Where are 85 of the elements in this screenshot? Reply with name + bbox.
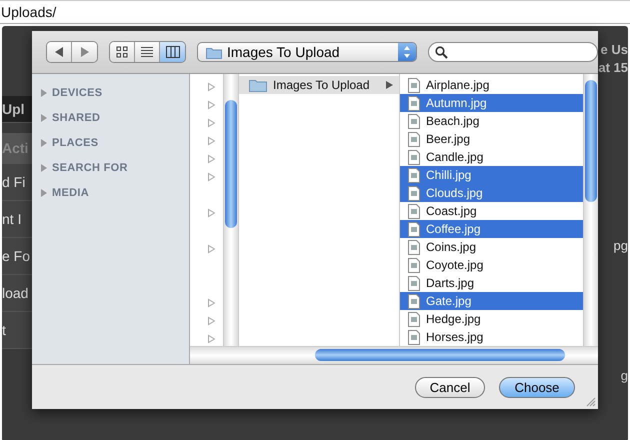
location-label: Images To Upload bbox=[227, 44, 340, 60]
icon-view-icon bbox=[116, 46, 128, 58]
page-text: pg bbox=[614, 238, 628, 253]
section-label: DEVICES bbox=[52, 86, 102, 98]
file-row[interactable]: Gate.jpg bbox=[400, 292, 583, 310]
image-file-icon bbox=[408, 150, 420, 164]
file-row[interactable]: Hedge.jpg bbox=[400, 310, 583, 328]
file-row[interactable]: Candle.jpg bbox=[400, 148, 583, 166]
page-text: e Us bbox=[600, 42, 628, 57]
file-row[interactable]: Coast.jpg bbox=[400, 202, 583, 220]
file-name: Beach.jpg bbox=[426, 114, 480, 128]
left-arrow-icon bbox=[54, 47, 64, 57]
file-name: Darts.jpg bbox=[426, 276, 474, 290]
section-label: MEDIA bbox=[52, 186, 89, 198]
file-name: Candle.jpg bbox=[426, 150, 484, 164]
scroll-thumb[interactable] bbox=[225, 100, 237, 228]
page-text: g bbox=[620, 368, 628, 383]
folder-icon bbox=[206, 46, 222, 58]
image-file-icon bbox=[408, 312, 420, 326]
view-button[interactable] bbox=[135, 42, 160, 62]
image-file-icon bbox=[408, 294, 420, 308]
address-bar[interactable]: Uploads/ bbox=[0, 0, 630, 24]
vertical-scrollbar[interactable] bbox=[223, 74, 238, 346]
scroll-thumb[interactable] bbox=[585, 80, 597, 202]
resize-grip-icon bbox=[586, 397, 596, 407]
file-name: Coins.jpg bbox=[426, 240, 476, 254]
image-file-icon bbox=[408, 276, 420, 290]
section-label: SEARCH FOR bbox=[52, 162, 128, 174]
file-name: Beer.jpg bbox=[426, 132, 470, 146]
scroll-thumb[interactable] bbox=[315, 349, 565, 362]
file-row[interactable]: Beach.jpg bbox=[400, 112, 583, 130]
back-button[interactable] bbox=[47, 42, 72, 62]
horizontal-scrollbar[interactable] bbox=[190, 346, 598, 364]
file-row[interactable]: Airplane.jpg bbox=[400, 76, 583, 94]
column-view-icon bbox=[166, 46, 180, 58]
file-name: Coast.jpg bbox=[426, 204, 477, 218]
image-file-icon bbox=[408, 186, 420, 200]
image-file-icon bbox=[408, 240, 420, 254]
view-button[interactable] bbox=[160, 42, 185, 62]
file-row[interactable]: Chilli.jpg bbox=[400, 166, 583, 184]
file-name: Autumn.jpg bbox=[426, 96, 487, 110]
list-view-icon bbox=[141, 46, 153, 58]
file-name: Gate.jpg bbox=[426, 294, 472, 308]
image-file-icon bbox=[408, 330, 420, 344]
choose-button[interactable]: Choose bbox=[499, 376, 575, 398]
file-row[interactable]: Coffee.jpg bbox=[400, 220, 583, 238]
view-button[interactable] bbox=[110, 42, 135, 62]
file-row[interactable]: Darts.jpg bbox=[400, 274, 583, 292]
location-popup[interactable]: Images To Upload bbox=[197, 42, 417, 62]
file-row[interactable]: Autumn.jpg bbox=[400, 94, 583, 112]
cancel-button[interactable]: Cancel bbox=[415, 376, 485, 398]
right-arrow-icon bbox=[80, 47, 90, 57]
image-file-icon bbox=[408, 96, 420, 110]
forward-button[interactable] bbox=[72, 42, 97, 62]
file-row[interactable]: Coins.jpg bbox=[400, 238, 583, 256]
image-file-icon bbox=[408, 132, 420, 146]
section-label: SHARED bbox=[52, 112, 100, 124]
vertical-scrollbar[interactable] bbox=[583, 74, 598, 346]
section-label: PLACES bbox=[52, 136, 98, 148]
folder-icon bbox=[249, 78, 267, 92]
search-icon bbox=[435, 46, 448, 58]
file-name: Coyote.jpg bbox=[426, 258, 484, 272]
popup-stepper-icon bbox=[398, 43, 416, 61]
image-file-icon bbox=[408, 114, 420, 128]
file-name: Clouds.jpg bbox=[426, 186, 483, 200]
right-arrow-icon bbox=[386, 81, 393, 89]
file-row[interactable]: Coyote.jpg bbox=[400, 256, 583, 274]
file-name: Airplane.jpg bbox=[426, 78, 490, 92]
file-row[interactable]: Clouds.jpg bbox=[400, 184, 583, 202]
address-text: Uploads/ bbox=[1, 4, 56, 20]
image-file-icon bbox=[408, 204, 420, 218]
page-text: at 15 bbox=[598, 60, 628, 75]
file-name: Horses.jpg bbox=[426, 330, 484, 344]
image-file-icon bbox=[408, 168, 420, 182]
folder-row[interactable]: Images To Upload bbox=[239, 76, 399, 94]
file-row[interactable]: Beer.jpg bbox=[400, 130, 583, 148]
folder-name: Images To Upload bbox=[273, 78, 370, 92]
file-name: Chilli.jpg bbox=[426, 168, 472, 182]
image-file-icon bbox=[408, 222, 420, 236]
search-field[interactable] bbox=[428, 42, 598, 62]
image-file-icon bbox=[408, 78, 420, 92]
image-file-icon bbox=[408, 258, 420, 272]
file-row[interactable]: Horses.jpg bbox=[400, 328, 583, 346]
file-name: Coffee.jpg bbox=[426, 222, 480, 236]
file-name: Hedge.jpg bbox=[426, 312, 481, 326]
